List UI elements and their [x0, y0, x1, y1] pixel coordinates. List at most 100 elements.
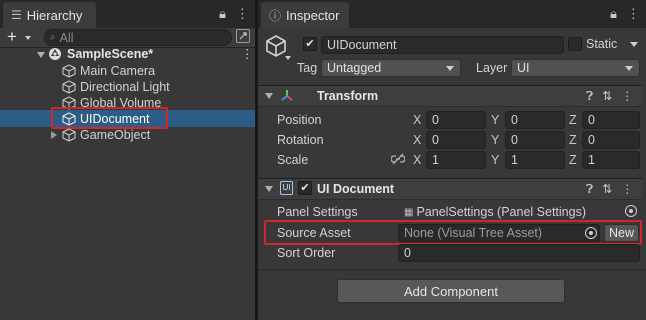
asset-icon: ▦	[404, 206, 414, 218]
gameobject-cube-icon	[62, 80, 76, 94]
position-z-field[interactable]: 0	[582, 111, 640, 129]
rotation-y-field[interactable]: 0	[505, 131, 565, 149]
scene-name: SampleScene*	[67, 47, 154, 61]
components-separator	[258, 269, 646, 270]
layer-label: Layer	[476, 61, 508, 75]
ui-document-enabled-checkbox[interactable]: ✔	[298, 181, 312, 195]
add-component-button[interactable]: Add Component	[337, 279, 565, 303]
panel-settings-label: Panel Settings	[277, 205, 358, 219]
rotation-x-field[interactable]: 0	[426, 131, 486, 149]
transform-axes-icon	[281, 90, 293, 101]
ui-document-header-icons: ❓︎ ⇅ ⋮	[586, 182, 633, 197]
sort-order-label: Sort Order	[277, 246, 336, 260]
scale-label: Scale	[277, 153, 309, 167]
tab-hierarchy-label: Hierarchy	[26, 7, 83, 23]
rotation-z-axis-label[interactable]: Z	[569, 133, 577, 147]
item-label: GameObject	[80, 128, 151, 142]
scene-row[interactable]: SampleScene*	[48, 46, 153, 62]
help-icon[interactable]: ❓︎	[586, 182, 593, 197]
more-menu-icon[interactable]: ⋮	[627, 6, 640, 22]
lock-icon[interactable]: 🔒︎	[219, 6, 226, 22]
hierarchy-panel: ☰ Hierarchy 🔒︎ ⋮ + ⌕ All SampleScene* ⋮ …	[0, 0, 255, 320]
position-label: Position	[277, 113, 322, 127]
hierarchy-item-main-camera[interactable]: Main Camera	[62, 63, 155, 79]
transform-header-icons: ❓︎ ⇅ ⋮	[586, 89, 633, 104]
rotation-x-axis-label[interactable]: X	[413, 133, 421, 147]
item-label: Directional Light	[80, 80, 170, 94]
gameobject-large-icon	[266, 35, 286, 57]
rotation-y-axis-label[interactable]: Y	[491, 133, 499, 147]
scale-z-axis-label[interactable]: Z	[569, 153, 577, 167]
tab-hierarchy[interactable]: ☰ Hierarchy	[3, 2, 96, 28]
ui-document-foldout-arrow[interactable]	[265, 186, 273, 192]
add-dropdown-icon[interactable]	[25, 36, 31, 40]
transform-title: Transform	[317, 89, 379, 103]
position-z-axis-label[interactable]: Z	[569, 113, 577, 127]
help-icon[interactable]: ❓︎	[586, 89, 593, 104]
lock-icon[interactable]: 🔒︎	[610, 6, 617, 22]
search-icon: ⌕	[50, 32, 56, 43]
rotation-label: Rotation	[277, 133, 324, 147]
scale-y-field[interactable]: 1	[505, 151, 565, 169]
tag-value: Untagged	[327, 61, 382, 75]
panel-settings-value: PanelSettings (Panel Settings)	[416, 205, 586, 219]
preset-icon[interactable]: ⇅	[602, 89, 612, 104]
item-label: Main Camera	[80, 64, 156, 78]
sort-order-value: 0	[404, 246, 411, 260]
component-menu-icon[interactable]: ⋮	[621, 182, 633, 197]
scale-z-field[interactable]: 1	[582, 151, 640, 169]
tag-dropdown[interactable]: Untagged	[321, 59, 461, 77]
chevron-down-icon	[446, 66, 454, 71]
layer-value: UI	[517, 61, 530, 75]
static-dropdown-caret[interactable]	[630, 42, 638, 47]
static-checkbox[interactable]	[568, 37, 582, 51]
rotation-z-field[interactable]: 0	[582, 131, 640, 149]
position-x-axis-label[interactable]: X	[413, 113, 421, 127]
gameobject-cube-icon	[62, 128, 76, 142]
scale-x-field[interactable]: 1	[426, 151, 486, 169]
ui-document-icon: UI	[280, 181, 293, 195]
scale-x-axis-label[interactable]: X	[413, 153, 421, 167]
source-asset-highlight-box	[264, 220, 642, 245]
info-icon: ⓘ	[269, 8, 282, 23]
search-placeholder: All	[59, 30, 74, 45]
scene-foldout-arrow[interactable]	[37, 52, 45, 58]
icon-dropdown-caret[interactable]	[285, 56, 291, 60]
object-picker-icon[interactable]	[625, 205, 637, 217]
gameobject-cube-icon	[62, 64, 76, 78]
hierarchy-item-directional-light[interactable]: Directional Light	[62, 79, 170, 95]
tab-inspector-label: Inspector	[286, 7, 340, 23]
object-name-field[interactable]: UIDocument	[321, 36, 564, 54]
scene-visibility-button[interactable]	[236, 29, 250, 43]
search-input[interactable]: ⌕ All	[44, 29, 232, 46]
active-checkbox[interactable]: ✔	[303, 37, 317, 51]
ui-document-title: UI Document	[317, 182, 395, 196]
hierarchy-header-icons: 🔒︎ ⋮	[219, 6, 249, 22]
sort-order-field[interactable]: 0	[398, 244, 640, 262]
static-label: Static	[586, 37, 618, 51]
object-name-value: UIDocument	[327, 38, 397, 52]
unity-scene-icon	[48, 47, 62, 61]
hierarchy-item-gameobject[interactable]: GameObject	[62, 127, 150, 143]
position-y-field[interactable]: 0	[505, 111, 565, 129]
uidocument-highlight-box	[51, 107, 168, 129]
transform-foldout-arrow[interactable]	[265, 93, 273, 99]
link-constraint-icon[interactable]	[391, 153, 405, 165]
panel-settings-field[interactable]: ▦ PanelSettings (Panel Settings)	[398, 203, 622, 221]
tag-label: Tag	[297, 61, 318, 75]
chevron-down-icon	[625, 66, 633, 71]
list-icon: ☰	[11, 8, 22, 22]
add-button[interactable]: +	[7, 28, 17, 46]
transform-header[interactable]	[258, 85, 642, 107]
position-x-field[interactable]: 0	[426, 111, 486, 129]
more-menu-icon[interactable]: ⋮	[236, 6, 249, 22]
position-y-axis-label[interactable]: Y	[491, 113, 499, 127]
ui-document-header[interactable]	[258, 178, 642, 200]
component-menu-icon[interactable]: ⋮	[621, 89, 633, 104]
preset-icon[interactable]: ⇅	[602, 182, 612, 197]
layer-dropdown[interactable]: UI	[511, 59, 640, 77]
scene-more-icon[interactable]: ⋮	[241, 46, 254, 61]
gameobject-foldout-arrow[interactable]	[51, 131, 57, 139]
tab-inspector[interactable]: ⓘ Inspector	[261, 2, 349, 28]
scale-y-axis-label[interactable]: Y	[491, 153, 499, 167]
